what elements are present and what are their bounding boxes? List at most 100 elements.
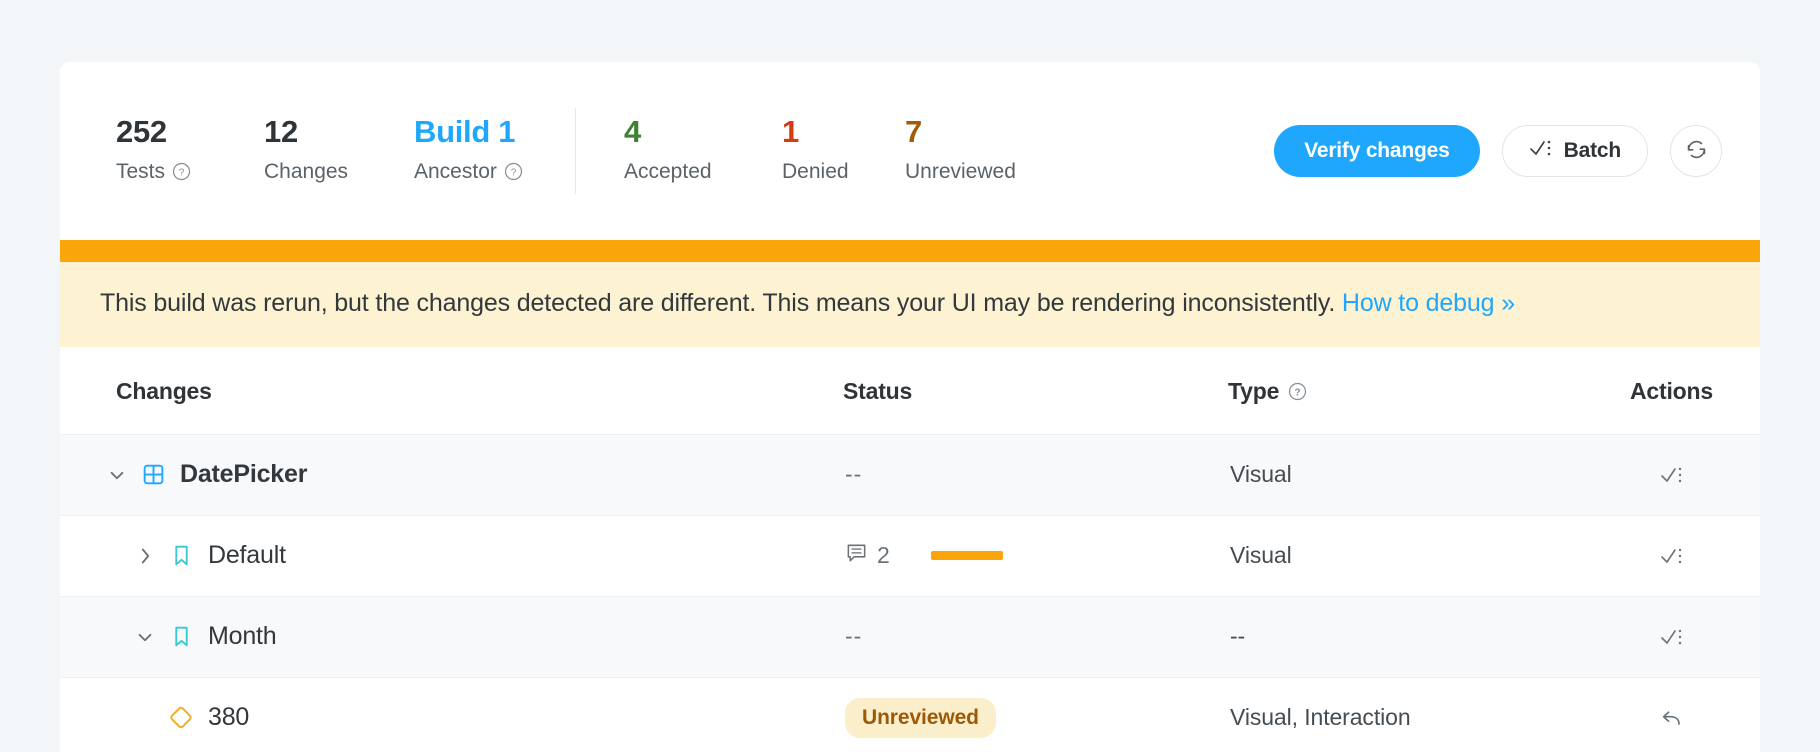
- row-changes-cell: Month: [60, 596, 843, 677]
- stat-tests-label-text: Tests: [116, 156, 165, 188]
- column-header-changes: Changes: [60, 347, 843, 435]
- column-header-type: Type ?: [1228, 347, 1583, 435]
- rerun-icon: [1684, 137, 1709, 165]
- stat-tests: 252 Tests ?: [116, 114, 264, 187]
- row-name-label: DatePicker: [180, 460, 307, 489]
- stat-unreviewed: 7 Unreviewed: [905, 114, 1065, 187]
- stat-ancestor: Build 1 Ancestor ?: [414, 114, 569, 187]
- table-row[interactable]: Month -- --: [60, 596, 1760, 677]
- row-name-wrap: Default: [60, 541, 843, 570]
- stat-changes-label-text: Changes: [264, 156, 348, 188]
- stat-unreviewed-label: Unreviewed: [905, 156, 1065, 188]
- table-row[interactable]: DatePicker -- Visual: [60, 434, 1760, 515]
- row-status-wrap: --: [843, 623, 1228, 650]
- chevron-right-icon[interactable]: [132, 543, 158, 569]
- row-type-cell: Visual: [1228, 515, 1583, 596]
- build-stats-group: 252 Tests ? 12 Changes Build 1: [116, 108, 1065, 194]
- changes-table: Changes Status Type ? Ac: [60, 347, 1760, 752]
- row-type-cell: --: [1228, 596, 1583, 677]
- column-header-actions: Actions: [1583, 347, 1760, 435]
- help-icon[interactable]: ?: [1288, 382, 1307, 401]
- how-to-debug-link[interactable]: How to debug »: [1342, 289, 1515, 317]
- component-grid-icon: [140, 462, 166, 488]
- row-status-wrap: --: [843, 461, 1228, 488]
- stat-changes-label: Changes: [264, 156, 414, 188]
- rerun-warning-banner: This build was rerun, but the changes de…: [60, 262, 1760, 347]
- stat-unreviewed-label-text: Unreviewed: [905, 156, 1016, 188]
- row-status-cell: --: [843, 596, 1228, 677]
- status-dash: --: [845, 623, 862, 650]
- stat-denied-value: 1: [782, 114, 905, 150]
- row-actions-cell: [1583, 434, 1760, 515]
- batch-check-icon[interactable]: [1655, 539, 1689, 573]
- status-progress-bar: [931, 551, 1003, 560]
- table-row[interactable]: Default: [60, 515, 1760, 596]
- row-status-cell: --: [843, 434, 1228, 515]
- verify-changes-button[interactable]: Verify changes: [1274, 125, 1479, 177]
- stat-changes: 12 Changes: [264, 114, 414, 187]
- changes-table-body: DatePicker -- Visual: [60, 434, 1760, 752]
- header-actions: Verify changes Batch: [1274, 125, 1722, 177]
- chevron-down-icon[interactable]: [132, 624, 158, 650]
- row-type-cell: Visual: [1228, 434, 1583, 515]
- row-name-label: Default: [208, 541, 286, 570]
- build-summary-bar: 252 Tests ? 12 Changes Build 1: [60, 62, 1760, 240]
- svg-text:?: ?: [179, 168, 185, 179]
- svg-text:?: ?: [511, 168, 517, 179]
- row-status-cell: 2: [843, 515, 1228, 596]
- batch-button-label: Batch: [1564, 139, 1621, 163]
- batch-check-icon[interactable]: [1655, 458, 1689, 492]
- row-name-label: 380: [208, 703, 249, 732]
- stat-ancestor-value[interactable]: Build 1: [414, 114, 569, 150]
- stat-unreviewed-value: 7: [905, 114, 1065, 150]
- row-changes-cell: Default: [60, 515, 843, 596]
- row-changes-cell: 380: [60, 677, 843, 752]
- undo-icon[interactable]: [1655, 701, 1689, 735]
- column-header-status-label: Status: [843, 378, 912, 405]
- row-actions-cell: [1583, 515, 1760, 596]
- row-status-wrap: Unreviewed: [843, 698, 1228, 738]
- table-header-row: Changes Status Type ? Ac: [60, 347, 1760, 435]
- help-icon[interactable]: ?: [172, 162, 191, 181]
- svg-text:?: ?: [1295, 387, 1301, 398]
- stat-accepted-label: Accepted: [624, 156, 782, 188]
- app-page: 252 Tests ? 12 Changes Build 1: [0, 0, 1820, 752]
- stat-accepted-label-text: Accepted: [624, 156, 712, 188]
- build-card: 252 Tests ? 12 Changes Build 1: [60, 62, 1760, 752]
- bookmark-icon: [168, 543, 194, 569]
- chevron-down-icon[interactable]: [104, 462, 130, 488]
- comment-icon: [845, 541, 868, 570]
- help-icon[interactable]: ?: [504, 162, 523, 181]
- stats-divider: [575, 108, 576, 194]
- row-name-wrap: 380: [60, 703, 843, 732]
- banner-accent-strip: [60, 240, 1760, 262]
- table-row[interactable]: 380 Unreviewed Visual, Interaction: [60, 677, 1760, 752]
- row-name-wrap: DatePicker: [60, 460, 843, 489]
- changes-table-head: Changes Status Type ? Ac: [60, 347, 1760, 435]
- stat-ancestor-label-text: Ancestor: [414, 156, 497, 188]
- batch-check-icon[interactable]: [1655, 620, 1689, 654]
- stat-ancestor-label: Ancestor ?: [414, 156, 569, 188]
- stat-denied-label: Denied: [782, 156, 905, 188]
- rerun-build-button[interactable]: [1670, 125, 1722, 177]
- banner-text: This build was rerun, but the changes de…: [100, 289, 1335, 317]
- column-header-status: Status: [843, 347, 1228, 435]
- row-name-label: Month: [208, 622, 276, 651]
- row-status-wrap: 2: [843, 541, 1228, 570]
- column-header-type-label: Type: [1228, 378, 1279, 405]
- row-name-wrap: Month: [60, 622, 843, 651]
- stat-denied-label-text: Denied: [782, 156, 849, 188]
- stat-accepted: 4 Accepted: [624, 114, 782, 187]
- row-status-cell: Unreviewed: [843, 677, 1228, 752]
- diamond-snapshot-icon: [168, 705, 194, 731]
- row-actions-cell: [1583, 596, 1760, 677]
- row-actions-cell: [1583, 677, 1760, 752]
- status-dash: --: [845, 461, 862, 488]
- column-header-type-wrap: Type ?: [1228, 378, 1307, 405]
- stat-accepted-value: 4: [624, 114, 782, 150]
- column-header-actions-label: Actions: [1630, 378, 1713, 405]
- batch-button[interactable]: Batch: [1502, 125, 1648, 177]
- comment-count-wrap: 2: [845, 541, 931, 570]
- comment-count-label: 2: [877, 542, 890, 569]
- batch-check-icon: [1529, 138, 1553, 164]
